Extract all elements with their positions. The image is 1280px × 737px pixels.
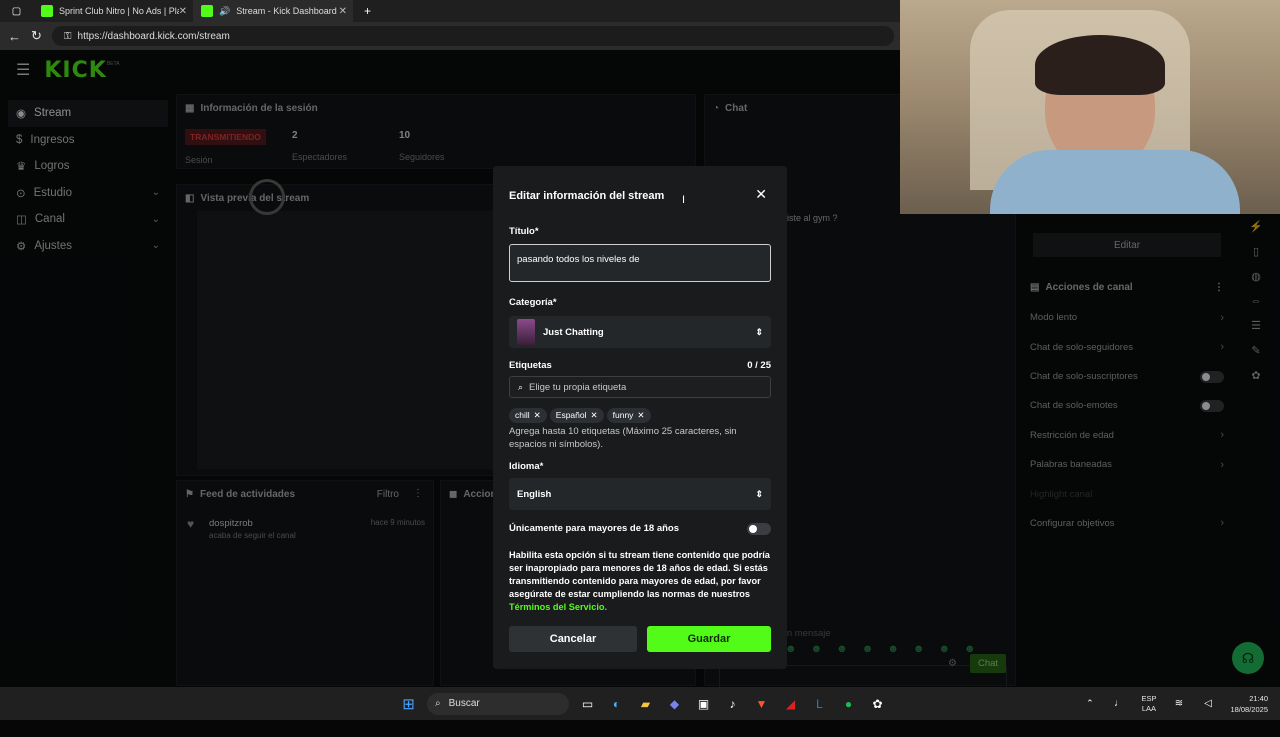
browser-tab-1[interactable]: Sprint Club Nitro | No Ads | Play ✕ — [33, 0, 193, 22]
tiktok-icon[interactable]: ♪ — [722, 693, 744, 715]
person-hoodie — [990, 150, 1240, 214]
tag-chip-label: funny — [612, 410, 634, 420]
category-label: Categoría* — [509, 297, 557, 308]
tag-chip-label: chill — [515, 410, 530, 420]
word-icon[interactable]: L — [809, 693, 831, 715]
edge-icon[interactable]: ◐ — [606, 693, 628, 715]
file-explorer-icon[interactable]: ▰ — [635, 693, 657, 715]
lang-top: ESP — [1141, 693, 1157, 703]
webcam-overlay — [900, 0, 1280, 214]
window-menu-icon[interactable]: ▢ — [4, 0, 30, 22]
url-field[interactable]: ⚿ https://dashboard.kick.com/stream — [51, 26, 894, 46]
lang-bottom: LAA — [1141, 703, 1157, 713]
title-label: Título* — [509, 226, 539, 237]
clock-time: 21:40 — [1249, 693, 1268, 703]
app-red-icon[interactable]: ◢ — [780, 693, 802, 715]
close-tab-icon[interactable]: ✕ — [179, 6, 187, 17]
browser-tab-2[interactable]: 🔊 Stream - Kick Dashboard ✕ — [193, 0, 353, 22]
app-settings-icon[interactable]: ✿ — [867, 693, 889, 715]
wifi-icon[interactable]: ≋ — [1168, 693, 1190, 715]
adult-help-body: Habilita esta opción si tu stream tiene … — [509, 550, 770, 599]
search-icon: ⌕ — [518, 381, 524, 392]
tray-chevron-up-icon[interactable]: ⌃ — [1079, 693, 1101, 715]
select-arrows-icon: ⇕ — [755, 326, 763, 337]
task-view-icon[interactable]: ▭ — [577, 693, 599, 715]
browser-tab-bar: ▢ Sprint Club Nitro | No Ads | Play ✕ 🔊 … — [0, 0, 900, 22]
tab-title: Sprint Club Nitro | No Ads | Play — [59, 6, 179, 16]
volume-icon[interactable]: ◁ — [1197, 693, 1219, 715]
remove-tag-icon[interactable]: ✕ — [637, 410, 644, 421]
address-bar: ← ↻ ⚿ https://dashboard.kick.com/stream — [0, 22, 900, 50]
person-hair — [1035, 35, 1165, 95]
windows-taskbar: ⊞ ⌕ Buscar ▭ ◐ ▰ ◆ ▣ ♪ ▼ ◢ L ● ✿ ⌃ ♩ ESP L… — [0, 687, 1280, 720]
clock[interactable]: 21:40 18/08/2025 — [1230, 693, 1268, 715]
tag-chip-label: Español — [555, 410, 587, 420]
language-indicator[interactable]: ESP LAA — [1141, 694, 1156, 714]
back-icon[interactable]: ← — [8, 29, 21, 44]
adult-help-text: Habilita esta opción si tu stream tiene … — [509, 549, 771, 614]
microphone-icon[interactable]: ♩ — [1108, 693, 1130, 715]
kick-favicon-icon — [201, 5, 213, 17]
remove-tag-icon[interactable]: ✕ — [534, 410, 541, 421]
select-arrows-icon: ⇕ — [755, 488, 763, 499]
url-text: https://dashboard.kick.com/stream — [77, 30, 230, 42]
brave-icon[interactable]: ▼ — [751, 693, 773, 715]
close-icon[interactable]: ✕ — [755, 186, 767, 203]
reload-icon[interactable]: ↻ — [31, 28, 42, 44]
taskbar-search[interactable]: ⌕ Buscar — [427, 692, 569, 715]
title-input-value: pasando todos los niveles de — [517, 254, 640, 265]
title-input[interactable]: pasando todos los niveles de — [509, 244, 771, 282]
category-value: Just Chatting — [543, 326, 604, 338]
language-value: English — [517, 488, 552, 500]
category-thumbnail — [517, 319, 535, 345]
tags-counter: 0 / 25 — [747, 360, 771, 371]
store-icon[interactable]: ▣ — [693, 693, 715, 715]
tags-help-text: Agrega hasta 10 etiquetas (Máximo 25 car… — [509, 426, 737, 450]
search-icon: ⌕ — [435, 698, 441, 709]
tab-title: Stream - Kick Dashboard — [236, 6, 337, 16]
site-info-icon[interactable]: ⚿ — [64, 31, 72, 42]
close-tab-icon[interactable]: ✕ — [339, 6, 347, 17]
new-tab-icon[interactable]: + — [357, 0, 379, 22]
teams-icon[interactable]: ◆ — [664, 693, 686, 715]
save-button[interactable]: Guardar — [647, 626, 771, 652]
modal-title: Editar información del stream — [509, 190, 665, 202]
tag-chips: chill ✕ Español ✕ funny ✕ — [509, 405, 654, 423]
language-label: Idioma* — [509, 461, 544, 472]
category-select[interactable]: Just Chatting ⇕ — [509, 316, 771, 348]
adult-toggle[interactable] — [747, 523, 771, 535]
tags-placeholder: Elige tu propia etiqueta — [529, 381, 627, 393]
text-cursor-icon: I — [682, 194, 686, 206]
windows-start-icon[interactable]: ⊞ — [398, 693, 420, 715]
tag-chip[interactable]: chill ✕ — [509, 407, 547, 423]
tags-input[interactable]: ⌕ Elige tu propia etiqueta — [509, 376, 771, 398]
taskbar-search-label: Buscar — [448, 698, 480, 709]
spotify-icon[interactable]: ● — [838, 693, 860, 715]
language-select[interactable]: English ⇕ — [509, 478, 771, 510]
remove-tag-icon[interactable]: ✕ — [591, 410, 598, 421]
tag-chip[interactable]: Español ✕ — [549, 407, 604, 423]
tags-label: Etiquetas — [509, 360, 552, 371]
adult-label: Únicamente para mayores de 18 años — [509, 523, 680, 534]
speaker-icon[interactable]: 🔊 — [219, 6, 230, 17]
terms-link[interactable]: Términos del Servicio. — [509, 602, 607, 612]
tag-chip[interactable]: funny ✕ — [606, 407, 651, 423]
clock-date: 18/08/2025 — [1230, 704, 1268, 714]
edit-stream-modal: Editar información del stream ✕ Título* … — [493, 166, 787, 669]
tab-favicon-icon — [41, 5, 53, 17]
cancel-button[interactable]: Cancelar — [509, 626, 637, 652]
